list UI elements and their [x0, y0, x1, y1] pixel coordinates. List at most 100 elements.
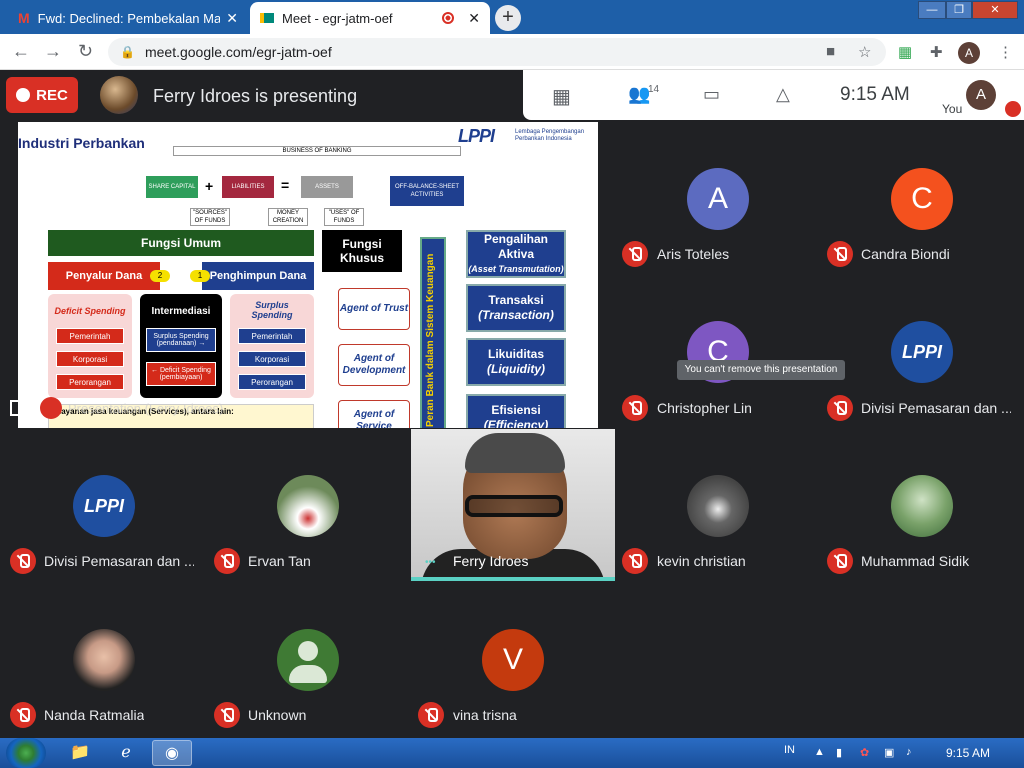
tab-title: Fwd: Declined: Pembekalan Mana — [37, 10, 221, 26]
presentation-slide: Industri Perbankan LPPI Lembaga Pengemba… — [18, 122, 598, 428]
role-sub: (Efficiency) — [483, 418, 549, 428]
penyalur-dana: Penyalur Dana — [48, 262, 160, 290]
slide-title: Industri Perbankan — [18, 135, 145, 151]
mic-off-icon — [827, 395, 853, 421]
mic-off-icon — [1005, 101, 1021, 117]
surplus-flow: Surplus Spending (pendanaan) → — [146, 328, 216, 352]
start-button[interactable] — [6, 738, 46, 768]
system-clock: 9:15 AM — [946, 746, 991, 760]
participant-name: Muhammad Sidik — [861, 553, 970, 569]
role-label: Pengalihan Aktiva — [483, 231, 548, 261]
participant-avatar: C — [891, 168, 953, 230]
forward-icon[interactable]: → — [44, 41, 62, 62]
deficit-item-perorangan: Perorangan — [56, 374, 124, 390]
tab-meet[interactable]: Meet - egr-jatm-oef ✕ — [250, 2, 490, 34]
badge-2: 2 — [150, 270, 170, 282]
self-avatar: A — [966, 80, 996, 110]
back-icon[interactable]: ← — [12, 41, 30, 62]
participant-name: Ferry Idroes — [453, 553, 529, 569]
file-explorer-icon[interactable]: 📁 — [60, 740, 100, 766]
close-tab-icon[interactable]: ✕ — [468, 10, 480, 27]
participant-avatar: V — [482, 629, 544, 691]
profile-avatar[interactable]: A — [958, 42, 980, 64]
fungsi-umum-header: Fungsi Umum — [48, 230, 314, 256]
presentation-frame-icon — [10, 400, 20, 416]
network-icon[interactable]: ▣ — [884, 746, 894, 759]
deficit-item-korporasi: Korporasi — [56, 351, 124, 367]
role-label: Transaksi — [488, 293, 544, 307]
tray-expand-icon[interactable]: ▲ — [814, 746, 825, 758]
participant-name: Divisi Pemasaran dan ... — [44, 553, 194, 569]
internet-explorer-icon[interactable]: ℯ — [106, 740, 146, 766]
acrobat-icon[interactable]: ✿ — [860, 746, 869, 759]
role-transaction: Transaksi (Transaction) — [466, 284, 566, 332]
plus-sign: + — [205, 178, 214, 194]
presentation-overlay-name: Presentation (Ferry Idroes) — [68, 400, 224, 416]
chat-icon[interactable]: ▭ — [703, 84, 720, 105]
lock-icon: 🔒 — [120, 45, 135, 59]
chrome-icon[interactable]: ◉ — [152, 740, 192, 766]
penghimpun-dana: Penghimpun Dana — [202, 262, 314, 290]
participant-name: kevin christian — [657, 553, 746, 569]
recording-icon — [442, 12, 455, 24]
minimize-button[interactable]: — — [918, 1, 946, 19]
mic-off-icon — [418, 702, 444, 728]
liabilities-box: LIABILITIES — [222, 176, 274, 198]
language-indicator[interactable]: IN — [784, 744, 795, 756]
tab-title: Meet - egr-jatm-oef — [282, 10, 393, 26]
mic-off-icon — [622, 395, 648, 421]
participant-name: Ervan Tan — [248, 553, 311, 569]
participant-photo — [891, 475, 953, 537]
url-text: meet.google.com/egr-jatm-oef — [144, 44, 332, 60]
rec-label: REC — [36, 86, 68, 104]
deficit-item-pemerintah: Pemerintah — [56, 328, 124, 344]
volume-icon[interactable]: ♪ — [906, 746, 912, 758]
activities-icon[interactable]: △ — [776, 84, 790, 105]
role-liquidity: Likuiditas (Liquidity) — [466, 338, 566, 386]
lppi-subtitle: Lembaga Pengembangan Perbankan Indonesia — [515, 129, 585, 142]
speaking-indicator-icon: ••• — [425, 557, 436, 568]
star-icon[interactable]: ☆ — [858, 43, 871, 61]
camera-icon[interactable]: ■ — [826, 43, 835, 60]
people-count: 14 — [648, 84, 660, 95]
share-capital-box: SHARE CAPITAL — [146, 176, 198, 198]
presenter-label: Ferry Idroes is presenting — [153, 86, 358, 106]
video-hair — [465, 433, 565, 473]
role-sub: (Asset Transmutation) — [468, 263, 564, 274]
record-dot-icon — [16, 88, 31, 102]
extension-grid-icon[interactable]: ▦ — [898, 43, 912, 61]
role-sub: (Liquidity) — [487, 362, 545, 376]
maximize-button[interactable]: ❐ — [946, 1, 972, 19]
surplus-label: Surplus Spending — [251, 300, 293, 320]
off-balance-box: OFF-BALANCE-SHEET ACTIVITIES — [390, 176, 464, 206]
signal-icon[interactable]: ▮ — [836, 746, 842, 759]
meet-icon — [260, 13, 274, 23]
mic-off-icon — [622, 241, 648, 267]
surplus-item-korporasi: Korporasi — [238, 351, 306, 367]
participant-avatar: LPPI — [891, 321, 953, 383]
participant-name: Christopher Lin — [657, 400, 752, 416]
participant-name: Divisi Pemasaran dan ... — [861, 400, 1011, 416]
user-silhouette-body — [289, 665, 327, 683]
mic-off-icon — [10, 548, 36, 574]
layout-grid-icon[interactable]: ▦ — [552, 84, 571, 109]
meeting-clock: 9:15 AM — [840, 84, 910, 105]
close-window-button[interactable]: ✕ — [972, 1, 1018, 19]
menu-dots-icon[interactable]: ⋮ — [998, 43, 1013, 61]
reload-icon[interactable]: ↻ — [78, 41, 93, 62]
participant-name: Candra Biondi — [861, 246, 950, 262]
equals-sign: = — [281, 177, 290, 193]
mic-off-icon — [214, 548, 240, 574]
intermediasi-label: Intermediasi — [151, 306, 211, 317]
browser-toolbar: ← → ↻ 🔒 meet.google.com/egr-jatm-oef ■ ☆… — [0, 34, 1024, 70]
close-tab-icon[interactable]: ✕ — [226, 10, 238, 27]
mic-off-icon — [10, 702, 36, 728]
money-creation-label: MONEY CREATION — [268, 208, 308, 226]
puzzle-icon[interactable]: ✚ — [930, 43, 943, 61]
mic-off-icon — [827, 241, 853, 267]
new-tab-button[interactable]: + — [495, 5, 521, 31]
tab-gmail[interactable]: M Fwd: Declined: Pembekalan Mana ✕ — [8, 2, 248, 34]
role-asset-transmutation: Pengalihan Aktiva (Asset Transmutation) — [466, 230, 566, 278]
lppi-logo: LPPI — [458, 126, 495, 146]
address-bar[interactable]: 🔒 meet.google.com/egr-jatm-oef — [108, 38, 886, 66]
